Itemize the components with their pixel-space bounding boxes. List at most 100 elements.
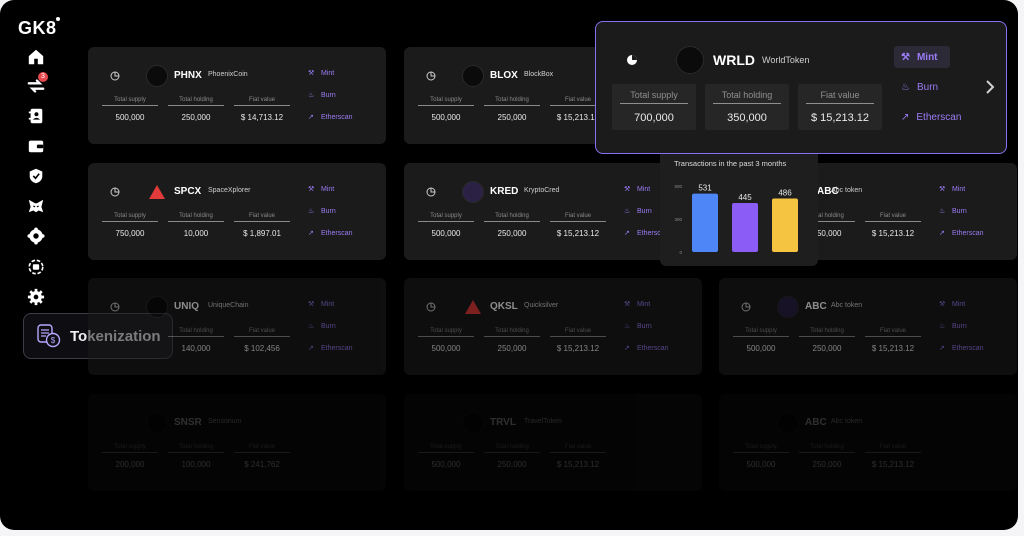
token-symbol: ABC bbox=[805, 417, 827, 428]
mint-button[interactable]: ⚒ Mint bbox=[624, 300, 650, 309]
gear-badge-icon[interactable] bbox=[26, 226, 46, 246]
etherscan-link[interactable]: ↗ Etherscan bbox=[308, 113, 353, 122]
holding-value: 250,000 bbox=[812, 344, 842, 353]
token-icon[interactable] bbox=[26, 257, 46, 277]
fiat-value: $ 102,456 bbox=[244, 344, 280, 353]
pie-chart-icon[interactable] bbox=[426, 187, 436, 197]
token-symbol: ABC bbox=[805, 301, 827, 312]
flame-icon: ♨ bbox=[308, 208, 315, 215]
home-icon[interactable] bbox=[26, 47, 46, 67]
etherscan-link[interactable]: ↗ Etherscan bbox=[939, 229, 984, 238]
token-symbol: BLOX bbox=[490, 70, 518, 81]
external-link-icon: ↗ bbox=[624, 345, 630, 352]
etherscan-link[interactable]: ↗ Etherscan bbox=[901, 112, 961, 123]
fiat-value: $ 15,213.12 bbox=[871, 344, 915, 353]
shield-icon[interactable] bbox=[26, 166, 46, 186]
contacts-icon[interactable] bbox=[26, 106, 46, 126]
fiat-label: Fiat value bbox=[865, 328, 921, 337]
mint-button[interactable]: ⚒ Mint bbox=[939, 185, 965, 194]
fiat-label: Fiat value bbox=[234, 328, 290, 337]
flame-icon: ♨ bbox=[624, 323, 631, 330]
fiat-value: $ 241,762 bbox=[244, 460, 280, 469]
holding-value: 350,000 bbox=[727, 112, 767, 124]
metamask-icon[interactable] bbox=[26, 196, 46, 216]
supply-value: 200,000 bbox=[115, 460, 145, 469]
supply-label: Total supply bbox=[418, 444, 474, 453]
fiat-label: Fiat value bbox=[550, 328, 606, 337]
tokenization-icon: $ bbox=[37, 324, 61, 348]
burn-button[interactable]: ♨ Burn bbox=[624, 322, 652, 331]
burn-button[interactable]: ♨ Burn bbox=[308, 207, 336, 216]
token-card[interactable]: ABC Abc token Total supply 500,000 Total … bbox=[719, 394, 1017, 491]
transfer-icon[interactable]: 3 bbox=[26, 72, 48, 96]
mint-button[interactable]: ⚒ Mint bbox=[624, 185, 650, 194]
etherscan-link[interactable]: ↗ Etherscan bbox=[624, 344, 669, 353]
fiat-label: Fiat value bbox=[234, 97, 290, 106]
burn-button[interactable]: ♨ Burn bbox=[308, 322, 336, 331]
chevron-right-icon[interactable] bbox=[984, 79, 996, 95]
settings-icon[interactable] bbox=[26, 287, 46, 307]
holding-value: 250,000 bbox=[497, 113, 527, 122]
etherscan-link[interactable]: ↗ Etherscan bbox=[308, 344, 353, 353]
external-link-icon: ↗ bbox=[939, 345, 945, 352]
fiat-value: $ 15,213.12 bbox=[556, 229, 600, 238]
burn-button[interactable]: ♨ Burn bbox=[939, 322, 967, 331]
external-link-icon: ↗ bbox=[901, 112, 910, 123]
token-logo bbox=[462, 181, 484, 203]
pie-chart-icon[interactable] bbox=[426, 302, 436, 312]
supply-label: Total supply bbox=[620, 90, 688, 104]
token-symbol: WRLD bbox=[713, 52, 755, 68]
holding-label: Total holding bbox=[484, 97, 540, 106]
mint-button[interactable]: ⚒ Mint bbox=[894, 46, 950, 68]
token-name: KryptoCred bbox=[524, 187, 560, 194]
pie-chart-icon[interactable] bbox=[626, 54, 638, 66]
chart-bar bbox=[732, 203, 758, 252]
token-name: WorldToken bbox=[762, 55, 810, 65]
supply-value: 500,000 bbox=[431, 229, 461, 238]
etherscan-link[interactable]: ↗ Etherscan bbox=[939, 344, 984, 353]
etherscan-link[interactable]: ↗ Etherscan bbox=[308, 229, 353, 238]
token-card[interactable]: UNIQ UniqueChain Total holding 140,000 Fi… bbox=[88, 278, 386, 375]
token-card[interactable]: QKSL Quicksilver Total supply 500,000 Tot… bbox=[404, 278, 702, 375]
pie-chart-icon[interactable] bbox=[741, 302, 751, 312]
y-tick-label: 600 bbox=[674, 184, 682, 189]
token-card[interactable]: PHNX PhoenixCoin Total supply 500,000 Tot… bbox=[88, 47, 386, 144]
featured-token-card[interactable]: WRLD WorldToken Total supply 700,000 Tota… bbox=[595, 21, 1007, 154]
burn-button[interactable]: ♨ Burn bbox=[901, 82, 938, 93]
holding-label: Total holding bbox=[484, 444, 540, 453]
token-symbol: SPCX bbox=[174, 186, 202, 197]
burn-button[interactable]: ♨ Burn bbox=[308, 91, 336, 100]
supply-label: Total supply bbox=[418, 328, 474, 337]
gk8-logo[interactable]: GK8 bbox=[18, 18, 57, 39]
holding-label: Total holding bbox=[168, 97, 224, 106]
fiat-label: Fiat value bbox=[865, 444, 921, 453]
mint-button[interactable]: ⚒ Mint bbox=[308, 69, 334, 78]
token-card[interactable]: ABC Abc token Total supply 500,000 Total … bbox=[719, 278, 1017, 375]
y-tick-label: 300 bbox=[674, 217, 682, 222]
burn-button[interactable]: ♨ Burn bbox=[624, 207, 652, 216]
token-name: UniqueChain bbox=[208, 302, 249, 309]
external-link-icon: ↗ bbox=[939, 230, 945, 237]
mint-icon: ⚒ bbox=[308, 301, 315, 308]
mint-button[interactable]: ⚒ Mint bbox=[308, 300, 334, 309]
mint-icon: ⚒ bbox=[939, 301, 946, 308]
pie-chart-icon[interactable] bbox=[110, 302, 120, 312]
supply-label: Total supply bbox=[102, 444, 158, 453]
burn-button[interactable]: ♨ Burn bbox=[939, 207, 967, 216]
token-card[interactable]: SPCX SpaceXplorer Total supply 750,000 To… bbox=[88, 163, 386, 260]
wallet-icon[interactable] bbox=[26, 136, 46, 156]
pie-chart-icon[interactable] bbox=[426, 71, 436, 81]
token-card[interactable]: SNSR Sensorium Total supply 200,000 Total… bbox=[88, 394, 386, 491]
y-tick-label: 0 bbox=[679, 250, 682, 255]
fiat-label: Fiat value bbox=[865, 213, 921, 222]
holding-label: Total holding bbox=[484, 328, 540, 337]
supply-value: 500,000 bbox=[746, 344, 776, 353]
pie-chart-icon[interactable] bbox=[110, 187, 120, 197]
token-card[interactable]: TRVL TravelToken Total supply 500,000 Tot… bbox=[404, 394, 702, 491]
mint-icon: ⚒ bbox=[939, 186, 946, 193]
pie-chart-icon[interactable] bbox=[110, 71, 120, 81]
mint-button[interactable]: ⚒ Mint bbox=[939, 300, 965, 309]
supply-value: 700,000 bbox=[634, 112, 674, 124]
token-card[interactable]: KRED KryptoCred Total supply 500,000 Tota… bbox=[404, 163, 702, 260]
mint-button[interactable]: ⚒ Mint bbox=[308, 185, 334, 194]
